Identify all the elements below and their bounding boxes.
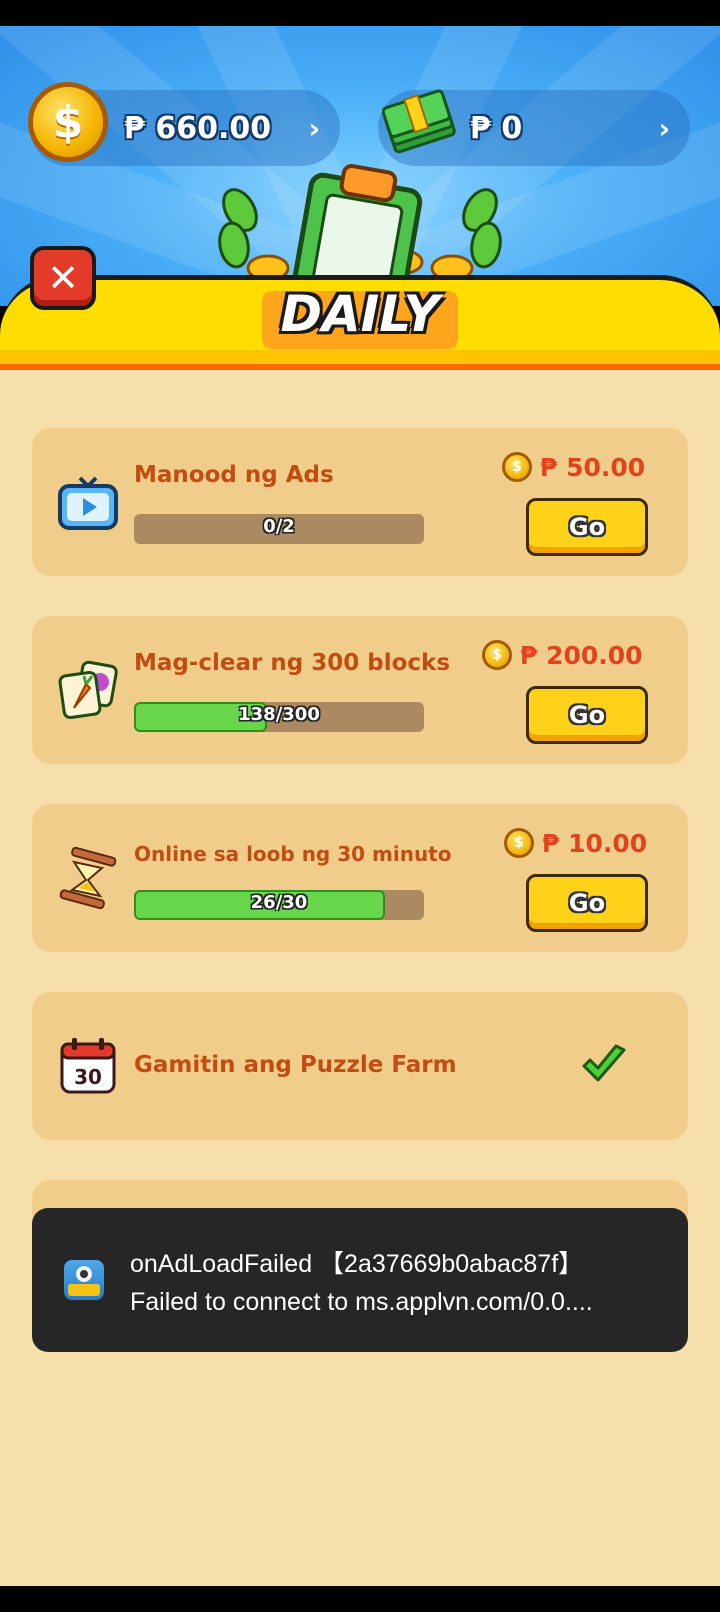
- progress-text: 26/30: [250, 892, 308, 913]
- task-card-watch-ads: Manood ng Ads 0/2 $ ₱ 50.00 Go: [32, 428, 688, 576]
- coin-icon: $: [504, 828, 534, 858]
- reward: $ ₱ 10.00: [504, 828, 647, 858]
- close-button[interactable]: ✕: [30, 246, 96, 310]
- checkmark-icon: [582, 1044, 626, 1082]
- status-bar: [0, 0, 720, 26]
- reward: $ ₱ 50.00: [502, 452, 645, 482]
- task-title: Mag-clear ng 300 blocks: [134, 650, 451, 676]
- reward: $ ₱ 200.00: [482, 640, 643, 670]
- chevron-right-icon: ›: [658, 112, 670, 145]
- header-band: DAILY: [0, 275, 720, 370]
- go-button[interactable]: Go: [526, 498, 648, 556]
- carrot-tile-icon: [58, 660, 118, 720]
- toast-line-2: Failed to connect to ms.applvn.com/0.0..…: [130, 1288, 593, 1316]
- close-icon: ✕: [47, 256, 79, 300]
- go-button[interactable]: Go: [526, 874, 648, 932]
- coin-balance: ₱ 660.00: [124, 110, 272, 146]
- task-title: Manood ng Ads: [134, 462, 334, 488]
- coin-icon: $: [502, 452, 532, 482]
- reward-amount: ₱ 10.00: [542, 828, 648, 858]
- task-list: Manood ng Ads 0/2 $ ₱ 50.00 Go Mag-clear…: [0, 370, 720, 1586]
- chevron-right-icon: ›: [308, 112, 320, 145]
- progress-text: 138/300: [238, 704, 320, 725]
- cash-balance: ₱ 0: [470, 110, 523, 146]
- progress-bar: 26/30: [134, 890, 424, 920]
- app-icon: [64, 1260, 104, 1300]
- calendar-day: 30: [74, 1065, 102, 1089]
- task-card-online-time: Online sa loob ng 30 minuto 26/30 $ ₱ 10…: [32, 804, 688, 952]
- cash-stack-icon: [382, 89, 456, 154]
- reward-amount: ₱ 200.00: [520, 640, 643, 670]
- coin-icon: $: [28, 82, 108, 162]
- navigation-bar: [0, 1586, 720, 1612]
- task-card-clear-blocks: Mag-clear ng 300 blocks 138/300 $ ₱ 200.…: [32, 616, 688, 764]
- go-button[interactable]: Go: [526, 686, 648, 744]
- progress-bar: 138/300: [134, 702, 424, 732]
- title-plate: DAILY: [262, 285, 458, 349]
- progress-text: 0/2: [263, 516, 295, 537]
- clipboard-trophy-icon: [218, 164, 502, 290]
- calendar-icon: 30: [60, 1038, 116, 1094]
- hourglass-icon: [59, 846, 117, 910]
- task-card-use-app: 30 Gamitin ang Puzzle Farm: [32, 992, 688, 1140]
- page-title: DAILY: [280, 285, 440, 343]
- task-title: Gamitin ang Puzzle Farm: [134, 1052, 457, 1078]
- toast-line-1: onAdLoadFailed 【2a37669b0abac87f】: [130, 1250, 584, 1278]
- coin-icon: $: [482, 640, 512, 670]
- task-title: Online sa loob ng 30 minuto: [134, 842, 452, 866]
- reward-amount: ₱ 50.00: [540, 452, 646, 482]
- progress-bar: 0/2: [134, 514, 424, 544]
- tv-icon: [58, 476, 118, 530]
- toast-notification: onAdLoadFailed 【2a37669b0abac87f】 Failed…: [32, 1208, 688, 1352]
